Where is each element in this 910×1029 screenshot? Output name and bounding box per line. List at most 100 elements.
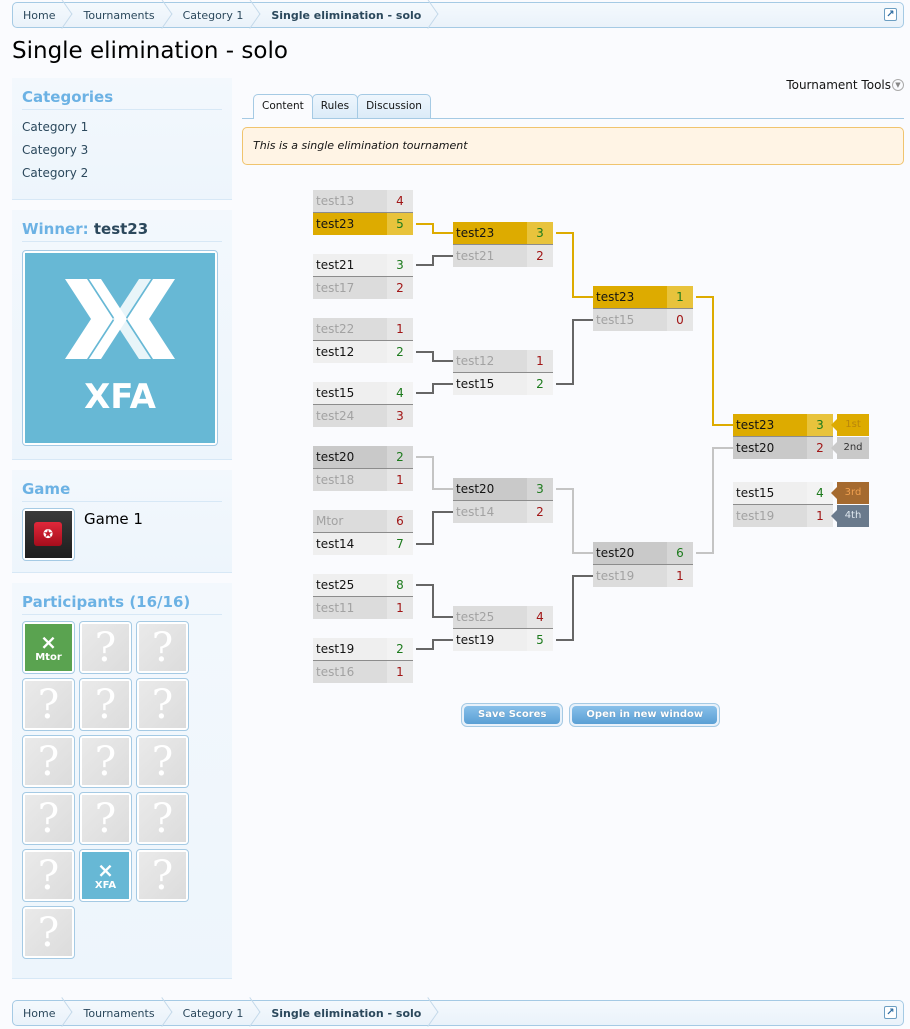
breadcrumb-category[interactable]: Category 1 xyxy=(173,3,262,27)
bracket-slot[interactable]: Mtor 6 xyxy=(313,510,413,532)
bracket-slot[interactable]: test23 1 xyxy=(593,286,693,308)
player-score[interactable]: 4 xyxy=(807,482,833,504)
player-score[interactable]: 2 xyxy=(387,341,413,363)
player-score[interactable]: 1 xyxy=(807,505,833,527)
bracket-slot[interactable]: test17 2 xyxy=(313,276,413,299)
tournament-tools-menu[interactable]: Tournament Tools ▼ xyxy=(786,78,904,92)
bracket-slot[interactable]: test19 1 xyxy=(733,504,833,527)
bracket-slot[interactable]: test25 4 xyxy=(453,606,553,628)
save-scores-button[interactable]: Save Scores xyxy=(461,703,564,727)
breadcrumb-current[interactable]: Single elimination - solo xyxy=(261,3,439,27)
player-score[interactable]: 3 xyxy=(387,254,413,276)
player-score[interactable]: 5 xyxy=(527,629,553,651)
player-score[interactable]: 1 xyxy=(387,469,413,491)
bracket-slot[interactable]: test12 1 xyxy=(453,350,553,372)
game-thumbnail[interactable]: ✪ xyxy=(22,508,75,561)
participant-avatar[interactable]: ? xyxy=(79,735,132,788)
jump-to-top-icon[interactable]: ↗ xyxy=(884,1006,897,1019)
player-score[interactable]: 7 xyxy=(387,533,413,555)
bracket-slot[interactable]: test20 2 xyxy=(313,446,413,468)
bracket-slot[interactable]: test19 5 xyxy=(453,628,553,651)
breadcrumb-current[interactable]: Single elimination - solo xyxy=(261,1001,439,1025)
bracket-slot[interactable]: test16 1 xyxy=(313,660,413,683)
bracket-slot[interactable]: test15 0 xyxy=(593,308,693,331)
bracket-slot[interactable]: test20 2 xyxy=(733,436,833,459)
participant-avatar[interactable]: ? xyxy=(79,792,132,845)
participant-avatar[interactable]: ? xyxy=(136,621,189,674)
player-score[interactable]: 2 xyxy=(527,245,553,267)
player-score[interactable]: 5 xyxy=(387,213,413,235)
game-name[interactable]: Game 1 xyxy=(84,510,143,528)
category-link-1[interactable]: Category 1 xyxy=(22,116,222,139)
breadcrumb-tournaments[interactable]: Tournaments xyxy=(73,1001,172,1025)
bracket-slot[interactable]: test12 2 xyxy=(313,340,413,363)
bracket-slot[interactable]: test22 1 xyxy=(313,318,413,340)
player-score[interactable]: 2 xyxy=(527,501,553,523)
breadcrumb-home[interactable]: Home xyxy=(13,3,73,27)
participant-avatar[interactable]: ⨯ Mtor xyxy=(22,621,75,674)
player-score[interactable]: 2 xyxy=(387,277,413,299)
bracket-slot[interactable]: test20 3 xyxy=(453,478,553,500)
bracket-slot[interactable]: test15 4 xyxy=(733,482,833,504)
bracket-slot[interactable]: test15 2 xyxy=(453,372,553,395)
player-score[interactable]: 3 xyxy=(387,405,413,427)
participant-avatar[interactable]: ? xyxy=(79,621,132,674)
winner-name[interactable]: test23 xyxy=(94,220,148,238)
bracket-slot[interactable]: test23 3 xyxy=(733,414,833,436)
player-score[interactable]: 2 xyxy=(387,446,413,468)
player-score[interactable]: 3 xyxy=(807,414,833,436)
player-score[interactable]: 2 xyxy=(527,373,553,395)
player-score[interactable]: 0 xyxy=(667,309,693,331)
player-score[interactable]: 4 xyxy=(527,606,553,628)
participant-avatar[interactable]: ? xyxy=(79,678,132,731)
player-score[interactable]: 3 xyxy=(527,222,553,244)
bracket-slot[interactable]: test18 1 xyxy=(313,468,413,491)
player-score[interactable]: 1 xyxy=(387,661,413,683)
bracket-slot[interactable]: test19 1 xyxy=(593,564,693,587)
player-score[interactable]: 8 xyxy=(387,574,413,596)
open-new-window-button[interactable]: Open in new window xyxy=(569,703,721,727)
bracket-slot[interactable]: test21 3 xyxy=(313,254,413,276)
tab-content[interactable]: Content xyxy=(253,94,313,119)
participant-avatar[interactable]: ? xyxy=(136,735,189,788)
player-score[interactable]: 1 xyxy=(667,286,693,308)
bracket-slot[interactable]: test23 3 xyxy=(453,222,553,244)
bracket-slot[interactable]: test15 4 xyxy=(313,382,413,404)
jump-to-top-icon[interactable]: ↗ xyxy=(884,8,897,21)
bracket-slot[interactable]: test19 2 xyxy=(313,638,413,660)
bracket-slot[interactable]: test13 4 xyxy=(313,190,413,212)
participant-avatar[interactable]: ? xyxy=(136,678,189,731)
category-link-3[interactable]: Category 3 xyxy=(22,139,222,162)
player-score[interactable]: 4 xyxy=(387,190,413,212)
bracket-slot[interactable]: test11 1 xyxy=(313,596,413,619)
breadcrumb-home[interactable]: Home xyxy=(13,1001,73,1025)
participant-avatar[interactable]: ? xyxy=(22,678,75,731)
tab-rules[interactable]: Rules xyxy=(311,94,359,118)
bracket-slot[interactable]: test23 5 xyxy=(313,212,413,235)
participant-avatar[interactable]: ? xyxy=(22,849,75,902)
category-link-2[interactable]: Category 2 xyxy=(22,162,222,185)
player-score[interactable]: 2 xyxy=(387,638,413,660)
player-score[interactable]: 2 xyxy=(807,437,833,459)
participant-avatar[interactable]: ? xyxy=(22,735,75,788)
bracket-slot[interactable]: test14 2 xyxy=(453,500,553,523)
player-score[interactable]: 1 xyxy=(667,565,693,587)
participant-avatar[interactable]: ? xyxy=(22,792,75,845)
bracket-slot[interactable]: test25 8 xyxy=(313,574,413,596)
breadcrumb-category[interactable]: Category 1 xyxy=(173,1001,262,1025)
bracket-slot[interactable]: test20 6 xyxy=(593,542,693,564)
player-score[interactable]: 3 xyxy=(527,478,553,500)
bracket-slot[interactable]: test14 7 xyxy=(313,532,413,555)
participant-avatar[interactable]: ? xyxy=(136,792,189,845)
winner-avatar[interactable]: XFA xyxy=(22,250,218,446)
player-score[interactable]: 1 xyxy=(387,597,413,619)
player-score[interactable]: 4 xyxy=(387,382,413,404)
participant-avatar[interactable]: ? xyxy=(136,849,189,902)
player-score[interactable]: 6 xyxy=(387,510,413,532)
player-score[interactable]: 1 xyxy=(387,318,413,340)
participant-avatar[interactable]: ? xyxy=(22,906,75,959)
player-score[interactable]: 6 xyxy=(667,542,693,564)
bracket-slot[interactable]: test21 2 xyxy=(453,244,553,267)
tab-discussion[interactable]: Discussion xyxy=(357,94,431,118)
player-score[interactable]: 1 xyxy=(527,350,553,372)
